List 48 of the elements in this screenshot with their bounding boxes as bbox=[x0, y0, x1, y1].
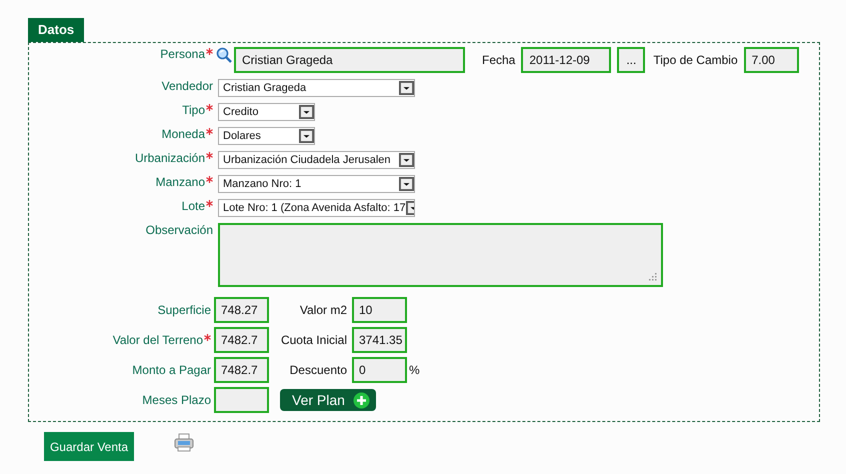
field-label: Manzano bbox=[156, 175, 205, 189]
field-label: Cuota Inicial bbox=[280, 333, 347, 347]
input-field[interactable]: 10 bbox=[352, 297, 407, 323]
text-area[interactable] bbox=[218, 223, 663, 287]
field-label: Valor del Terreno bbox=[112, 333, 203, 347]
plus-icon bbox=[352, 392, 370, 408]
dropdown[interactable]: Credito bbox=[218, 103, 315, 121]
field-label: Tipo de Cambio bbox=[653, 53, 738, 67]
field-label: Observación bbox=[146, 223, 213, 237]
field-label: Meses Plazo bbox=[142, 393, 211, 407]
caret-icon bbox=[399, 177, 414, 191]
tab[interactable]: Datos bbox=[28, 18, 84, 42]
dropdown[interactable]: Manzano Nro: 1 bbox=[218, 175, 415, 193]
field-label: Lote bbox=[182, 199, 205, 213]
dropdown[interactable]: Dolares bbox=[218, 127, 315, 145]
input-field[interactable]: 7482.7 bbox=[214, 357, 269, 383]
persona-field[interactable]: Cristian Grageda bbox=[234, 47, 465, 73]
date-field[interactable]: 2011-12-09 bbox=[521, 47, 612, 73]
dropdown[interactable]: Cristian Grageda bbox=[218, 79, 415, 97]
input-field[interactable] bbox=[214, 387, 269, 413]
field-label: Monto a Pagar bbox=[132, 363, 211, 377]
save-button[interactable]: Guardar Venta bbox=[44, 432, 134, 461]
caret-icon bbox=[299, 105, 314, 119]
exchange-rate-field[interactable]: 7.00 bbox=[744, 47, 799, 73]
dropdown[interactable]: Urbanización Ciudadela Jerusalen bbox=[218, 151, 415, 169]
input-field[interactable]: 3741.35 bbox=[352, 327, 407, 353]
field-label: Superficie bbox=[158, 303, 211, 317]
field-label: Tipo bbox=[182, 103, 205, 117]
input-field[interactable]: 748.27 bbox=[214, 297, 269, 323]
field-label: Valor m2 bbox=[298, 303, 347, 317]
input-field[interactable]: 7482.7 bbox=[214, 327, 269, 353]
field-label: Moneda bbox=[162, 127, 205, 141]
caret-icon bbox=[299, 129, 314, 143]
field-label: Vendedor bbox=[162, 79, 213, 93]
percent-sign: % bbox=[409, 363, 420, 377]
resize-grip-icon bbox=[649, 273, 657, 281]
date-picker-button[interactable]: ... bbox=[617, 47, 646, 73]
dropdown[interactable]: Lote Nro: 1 (Zona Avenida Asfalto: 17 bbox=[218, 199, 415, 217]
caret-icon bbox=[399, 81, 414, 95]
field-label: Persona bbox=[160, 47, 205, 61]
printer-icon[interactable] bbox=[174, 432, 194, 452]
field-label: Fecha bbox=[482, 53, 516, 67]
view-plan-button[interactable]: Ver Plan bbox=[280, 389, 376, 411]
caret-icon bbox=[399, 153, 414, 167]
field-label: Descuento bbox=[288, 363, 347, 377]
field-label: Urbanización bbox=[134, 151, 205, 165]
input-field[interactable]: 0 bbox=[352, 357, 407, 383]
search-icon bbox=[216, 47, 232, 63]
